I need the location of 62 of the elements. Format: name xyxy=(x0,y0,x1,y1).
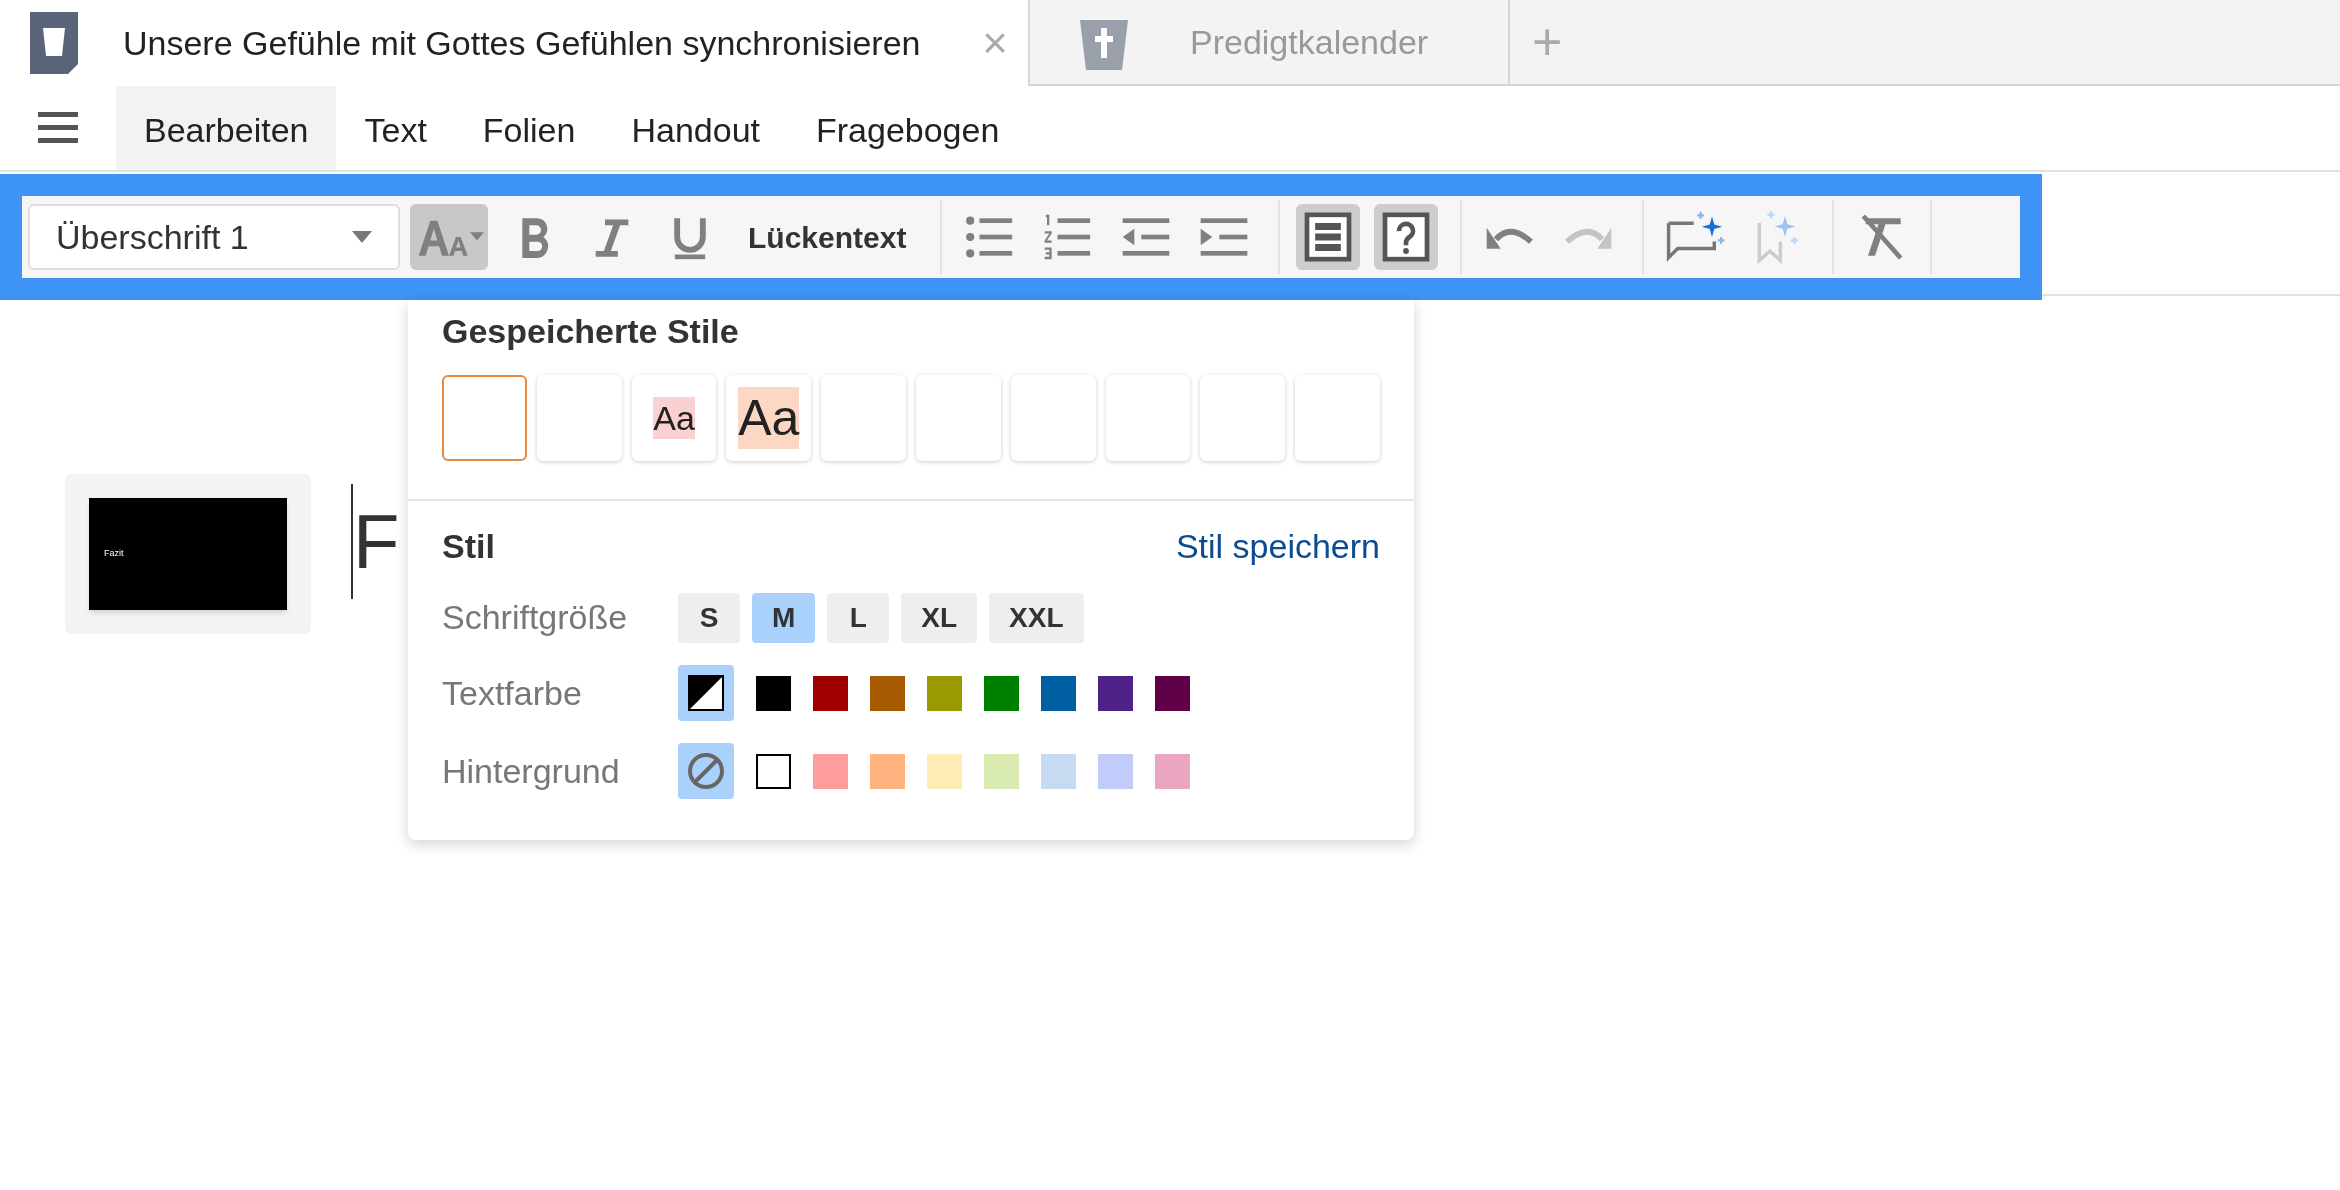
font-size-label: Schriftgröße xyxy=(442,597,629,638)
document-icon xyxy=(30,12,78,74)
color-swatch[interactable] xyxy=(927,753,962,789)
font-size-option[interactable]: L xyxy=(827,592,890,643)
saved-style-tile[interactable] xyxy=(1295,375,1380,461)
color-swatch[interactable] xyxy=(756,753,791,789)
background-label: Hintergrund xyxy=(442,750,621,792)
paragraph-style-dropdown[interactable]: Überschrift 1 xyxy=(28,204,400,270)
style-sample: Aa xyxy=(738,386,800,450)
saved-style-tile[interactable] xyxy=(916,375,1001,461)
saved-style-tile[interactable] xyxy=(1200,375,1286,461)
editor-text: F xyxy=(353,503,400,580)
color-swatch[interactable] xyxy=(813,753,848,789)
color-swatch[interactable] xyxy=(870,675,905,711)
text-color-label: Textfarbe xyxy=(442,672,583,714)
tab-title: Unsere Gefühle mit Gottes Gefühlen synchronisieren xyxy=(123,22,921,64)
color-swatch[interactable] xyxy=(927,675,962,711)
saved-style-tile[interactable] xyxy=(1010,375,1096,461)
color-swatch[interactable] xyxy=(756,675,791,711)
saved-style-tile[interactable] xyxy=(536,375,622,461)
color-swatch[interactable] xyxy=(813,675,848,711)
automatic-color-icon xyxy=(688,675,724,711)
saved-style-tile[interactable]: Aa xyxy=(631,375,717,461)
gap-text-button[interactable]: Lückentext xyxy=(736,204,919,270)
text-block-button[interactable] xyxy=(1296,204,1361,270)
slide-title: Fazit xyxy=(104,547,124,561)
automatic-color-button[interactable] xyxy=(678,665,734,721)
question-block-button[interactable] xyxy=(1374,204,1439,270)
tab-title: Predigtkalender xyxy=(1190,21,1429,63)
font-size-button[interactable] xyxy=(410,204,488,270)
menu-tab[interactable]: Bearbeiten xyxy=(116,86,337,170)
menu-tab[interactable]: Text xyxy=(336,86,455,170)
menu-tab[interactable]: Folien xyxy=(454,86,604,170)
color-swatch[interactable] xyxy=(870,753,905,789)
font-size-option[interactable]: S xyxy=(678,592,740,643)
menu-tab[interactable]: Fragebogen xyxy=(788,86,1028,170)
color-swatch[interactable] xyxy=(1155,753,1190,789)
color-swatch[interactable] xyxy=(1098,675,1133,711)
color-swatch[interactable] xyxy=(984,675,1019,711)
style-sample: Aa xyxy=(653,396,695,440)
save-style-link[interactable]: Stil speichern xyxy=(1175,521,1380,572)
font-size-option[interactable]: XL xyxy=(901,592,978,643)
no-color-icon xyxy=(687,752,725,790)
dropdown-value: Überschrift 1 xyxy=(56,216,249,258)
saved-style-tile[interactable]: Aa xyxy=(726,375,812,461)
saved-style-tile[interactable] xyxy=(1105,375,1191,461)
style-heading: Stil xyxy=(442,526,495,567)
slide-thumbnail-card[interactable]: Fazit xyxy=(65,474,311,634)
color-swatch[interactable] xyxy=(1098,753,1133,789)
menu-tab[interactable]: Handout xyxy=(603,86,788,170)
color-swatch[interactable] xyxy=(1041,753,1076,789)
caret-icon xyxy=(352,231,372,243)
menu-icon[interactable] xyxy=(38,110,78,146)
saved-style-tile[interactable] xyxy=(821,375,907,461)
font-size-option[interactable]: XXL xyxy=(989,592,1084,643)
color-swatch[interactable] xyxy=(1155,675,1190,711)
no-background-button[interactable] xyxy=(678,743,734,799)
saved-style-tile[interactable] xyxy=(442,375,527,461)
color-swatch[interactable] xyxy=(1041,675,1076,711)
saved-styles-heading: Gespeicherte Stile xyxy=(442,311,740,352)
color-swatch[interactable] xyxy=(984,753,1019,789)
font-size-option[interactable]: M xyxy=(752,592,816,643)
